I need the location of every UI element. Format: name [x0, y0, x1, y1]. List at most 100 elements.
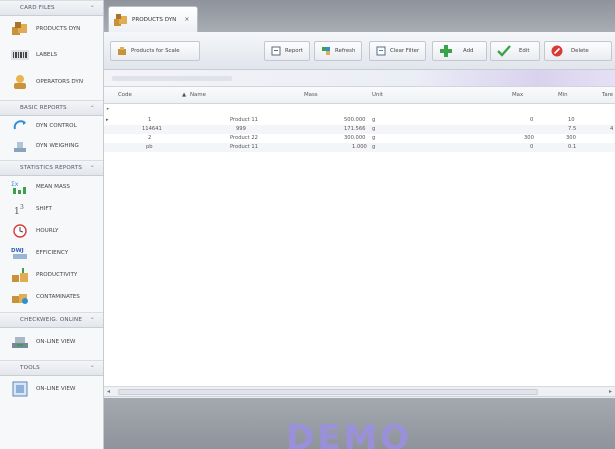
cell-mass: 300.000	[344, 135, 366, 141]
column-header-max[interactable]: Max	[512, 92, 523, 98]
contaminates-icon	[10, 289, 30, 305]
row-indicator: ▸	[106, 117, 109, 123]
sidebar-item-label: EFFICIENCY	[36, 250, 69, 256]
button-label: Refresh	[335, 48, 356, 54]
cell-mass: 171.566	[344, 126, 366, 132]
sidebar-item-label: PRODUCTIVITY	[36, 272, 78, 278]
online-view-icon	[10, 334, 30, 350]
sidebar-item-tools-online-view[interactable]: ON-LINE VIEW	[0, 376, 103, 402]
cell-code: 1	[148, 117, 152, 123]
cell-unit: g	[372, 144, 376, 150]
section-basic-reports[interactable]: BASIC REPORTS ⌃	[0, 100, 103, 116]
column-header-min[interactable]: Min	[558, 92, 568, 98]
cell-name: Product 11	[230, 117, 258, 123]
refresh-button[interactable]: Refresh	[314, 41, 363, 61]
svg-text:3: 3	[20, 204, 24, 211]
table-row[interactable]: 114641 999 171.566 g 7.5 4	[104, 125, 615, 134]
cell-name: Product 22	[230, 135, 258, 141]
cell-code: pb	[146, 144, 153, 150]
cell-code: 114641	[142, 126, 162, 132]
delete-button[interactable]: Delete	[544, 41, 612, 61]
cell-tare: 4	[610, 126, 614, 132]
chevron-up-icon[interactable]: ⌃	[90, 165, 95, 172]
cell-min: 0.1	[568, 144, 577, 150]
clear-filter-button[interactable]: Clear Filter	[369, 41, 427, 61]
edit-button[interactable]: Edit	[490, 41, 540, 61]
sidebar-item-hourly[interactable]: HOURLY	[0, 220, 103, 242]
sidebar-item-shift[interactable]: 13 SHIFT	[0, 198, 103, 220]
cell-min: 10	[568, 117, 575, 123]
horizontal-scrollbar[interactable]: ◂ ▸	[104, 386, 615, 396]
sidebar-item-efficiency[interactable]: DWJ EFFICIENCY	[0, 242, 103, 264]
cell-mass: 500.000	[344, 117, 366, 123]
products-for-scale-icon	[118, 47, 126, 55]
section-title: STATISTICS REPORTS	[20, 165, 83, 171]
button-label: Products for Scale	[131, 48, 180, 54]
button-label: Edit	[519, 48, 530, 54]
products-grid: Code ▲ Name Mass Unit Max Min Tare ▸ ▸ 1…	[104, 87, 615, 397]
column-header-code[interactable]: Code	[118, 92, 132, 98]
chevron-up-icon[interactable]: ⌃	[90, 365, 95, 372]
cell-max: 300	[524, 135, 534, 141]
sidebar-item-online-view[interactable]: ON-LINE VIEW	[0, 328, 103, 356]
cell-mass: 1.000	[352, 144, 367, 150]
sidebar-item-label: SHIFT	[36, 206, 52, 212]
sidebar-item-labels[interactable]: LABELS	[0, 42, 103, 68]
delete-icon	[551, 45, 563, 57]
control-icon	[10, 118, 30, 134]
chevron-up-icon[interactable]: ⌃	[90, 5, 95, 12]
svg-text:Σx: Σx	[11, 181, 19, 188]
close-icon[interactable]: ×	[184, 16, 189, 23]
table-row[interactable]: pb Product 11 1.000 g 0 0.1	[104, 143, 615, 152]
sidebar-item-dyn-weighing[interactable]: DYN WEIGHING	[0, 136, 103, 156]
chevron-up-icon[interactable]: ⌃	[90, 317, 95, 324]
cell-max: 0	[530, 117, 534, 123]
svg-text:DWJ: DWJ	[11, 248, 24, 254]
sidebar-item-dyn-control[interactable]: DYN CONTROL	[0, 116, 103, 136]
cell-unit: g	[372, 126, 376, 132]
sidebar-item-mean-mass[interactable]: Σx MEAN MASS	[0, 176, 103, 198]
clear-filter-icon	[376, 46, 386, 56]
table-row[interactable]: 2 Product 22 300.000 g 300 300	[104, 134, 615, 143]
scroll-right-icon[interactable]: ▸	[609, 388, 612, 395]
sidebar-item-productivity[interactable]: PRODUCTIVITY	[0, 264, 103, 286]
column-header-name[interactable]: Name	[190, 92, 206, 98]
checkmark-icon	[497, 45, 511, 57]
new-row-indicator[interactable]: ▸	[104, 106, 112, 112]
sort-indicator-icon: ▲	[182, 92, 187, 98]
button-label: Delete	[571, 48, 589, 54]
grid-header: Code ▲ Name Mass Unit Max Min Tare	[104, 87, 615, 104]
table-row[interactable]: ▸ 1 Product 11 500.000 g 0 10	[104, 116, 615, 125]
cell-name: 999	[236, 126, 246, 132]
sidebar-item-label: CONTAMINATES	[36, 294, 80, 300]
column-header-unit[interactable]: Unit	[372, 92, 383, 98]
sidebar-item-label: HOURLY	[36, 228, 59, 234]
chevron-up-icon[interactable]: ⌃	[90, 105, 95, 112]
button-label: Report	[285, 48, 303, 54]
column-header-tare[interactable]: Tare	[602, 92, 613, 98]
tools-view-icon	[10, 381, 30, 397]
report-button[interactable]: Report	[264, 41, 310, 61]
cell-min: 300	[566, 135, 576, 141]
cell-code: 2	[148, 135, 152, 141]
section-statistics-reports[interactable]: STATISTICS REPORTS ⌃	[0, 160, 103, 176]
group-by-panel[interactable]	[104, 70, 615, 87]
column-header-mass[interactable]: Mass	[304, 92, 318, 98]
scroll-left-icon[interactable]: ◂	[107, 388, 110, 395]
refresh-icon	[322, 47, 330, 55]
section-title: CARD FILES	[20, 5, 55, 11]
section-title: TOOLS	[20, 365, 40, 371]
section-card-files[interactable]: CARD FILES ⌃	[0, 0, 103, 16]
section-checkweig-online[interactable]: CHECKWEIG. ONLINE ⌃	[0, 312, 103, 328]
scrollbar-thumb[interactable]	[118, 389, 538, 395]
sidebar-item-products-dyn[interactable]: PRODUCTS DYN	[0, 16, 103, 42]
button-label: Add	[463, 48, 474, 54]
sidebar: CARD FILES ⌃ PRODUCTS DYN LABELS OPERATOR…	[0, 0, 104, 449]
tab-products-dyn[interactable]: PRODUCTS DYN ×	[108, 6, 198, 32]
sidebar-item-contaminates[interactable]: CONTAMINATES	[0, 286, 103, 308]
products-for-scale-button[interactable]: Products for Scale	[110, 41, 200, 61]
toolbar: Products for Scale Report Refresh Clear …	[104, 32, 615, 70]
sidebar-item-operators-dyn[interactable]: OPERATORS DYN	[0, 68, 103, 96]
add-button[interactable]: Add	[432, 41, 487, 61]
section-tools[interactable]: TOOLS ⌃	[0, 360, 103, 376]
